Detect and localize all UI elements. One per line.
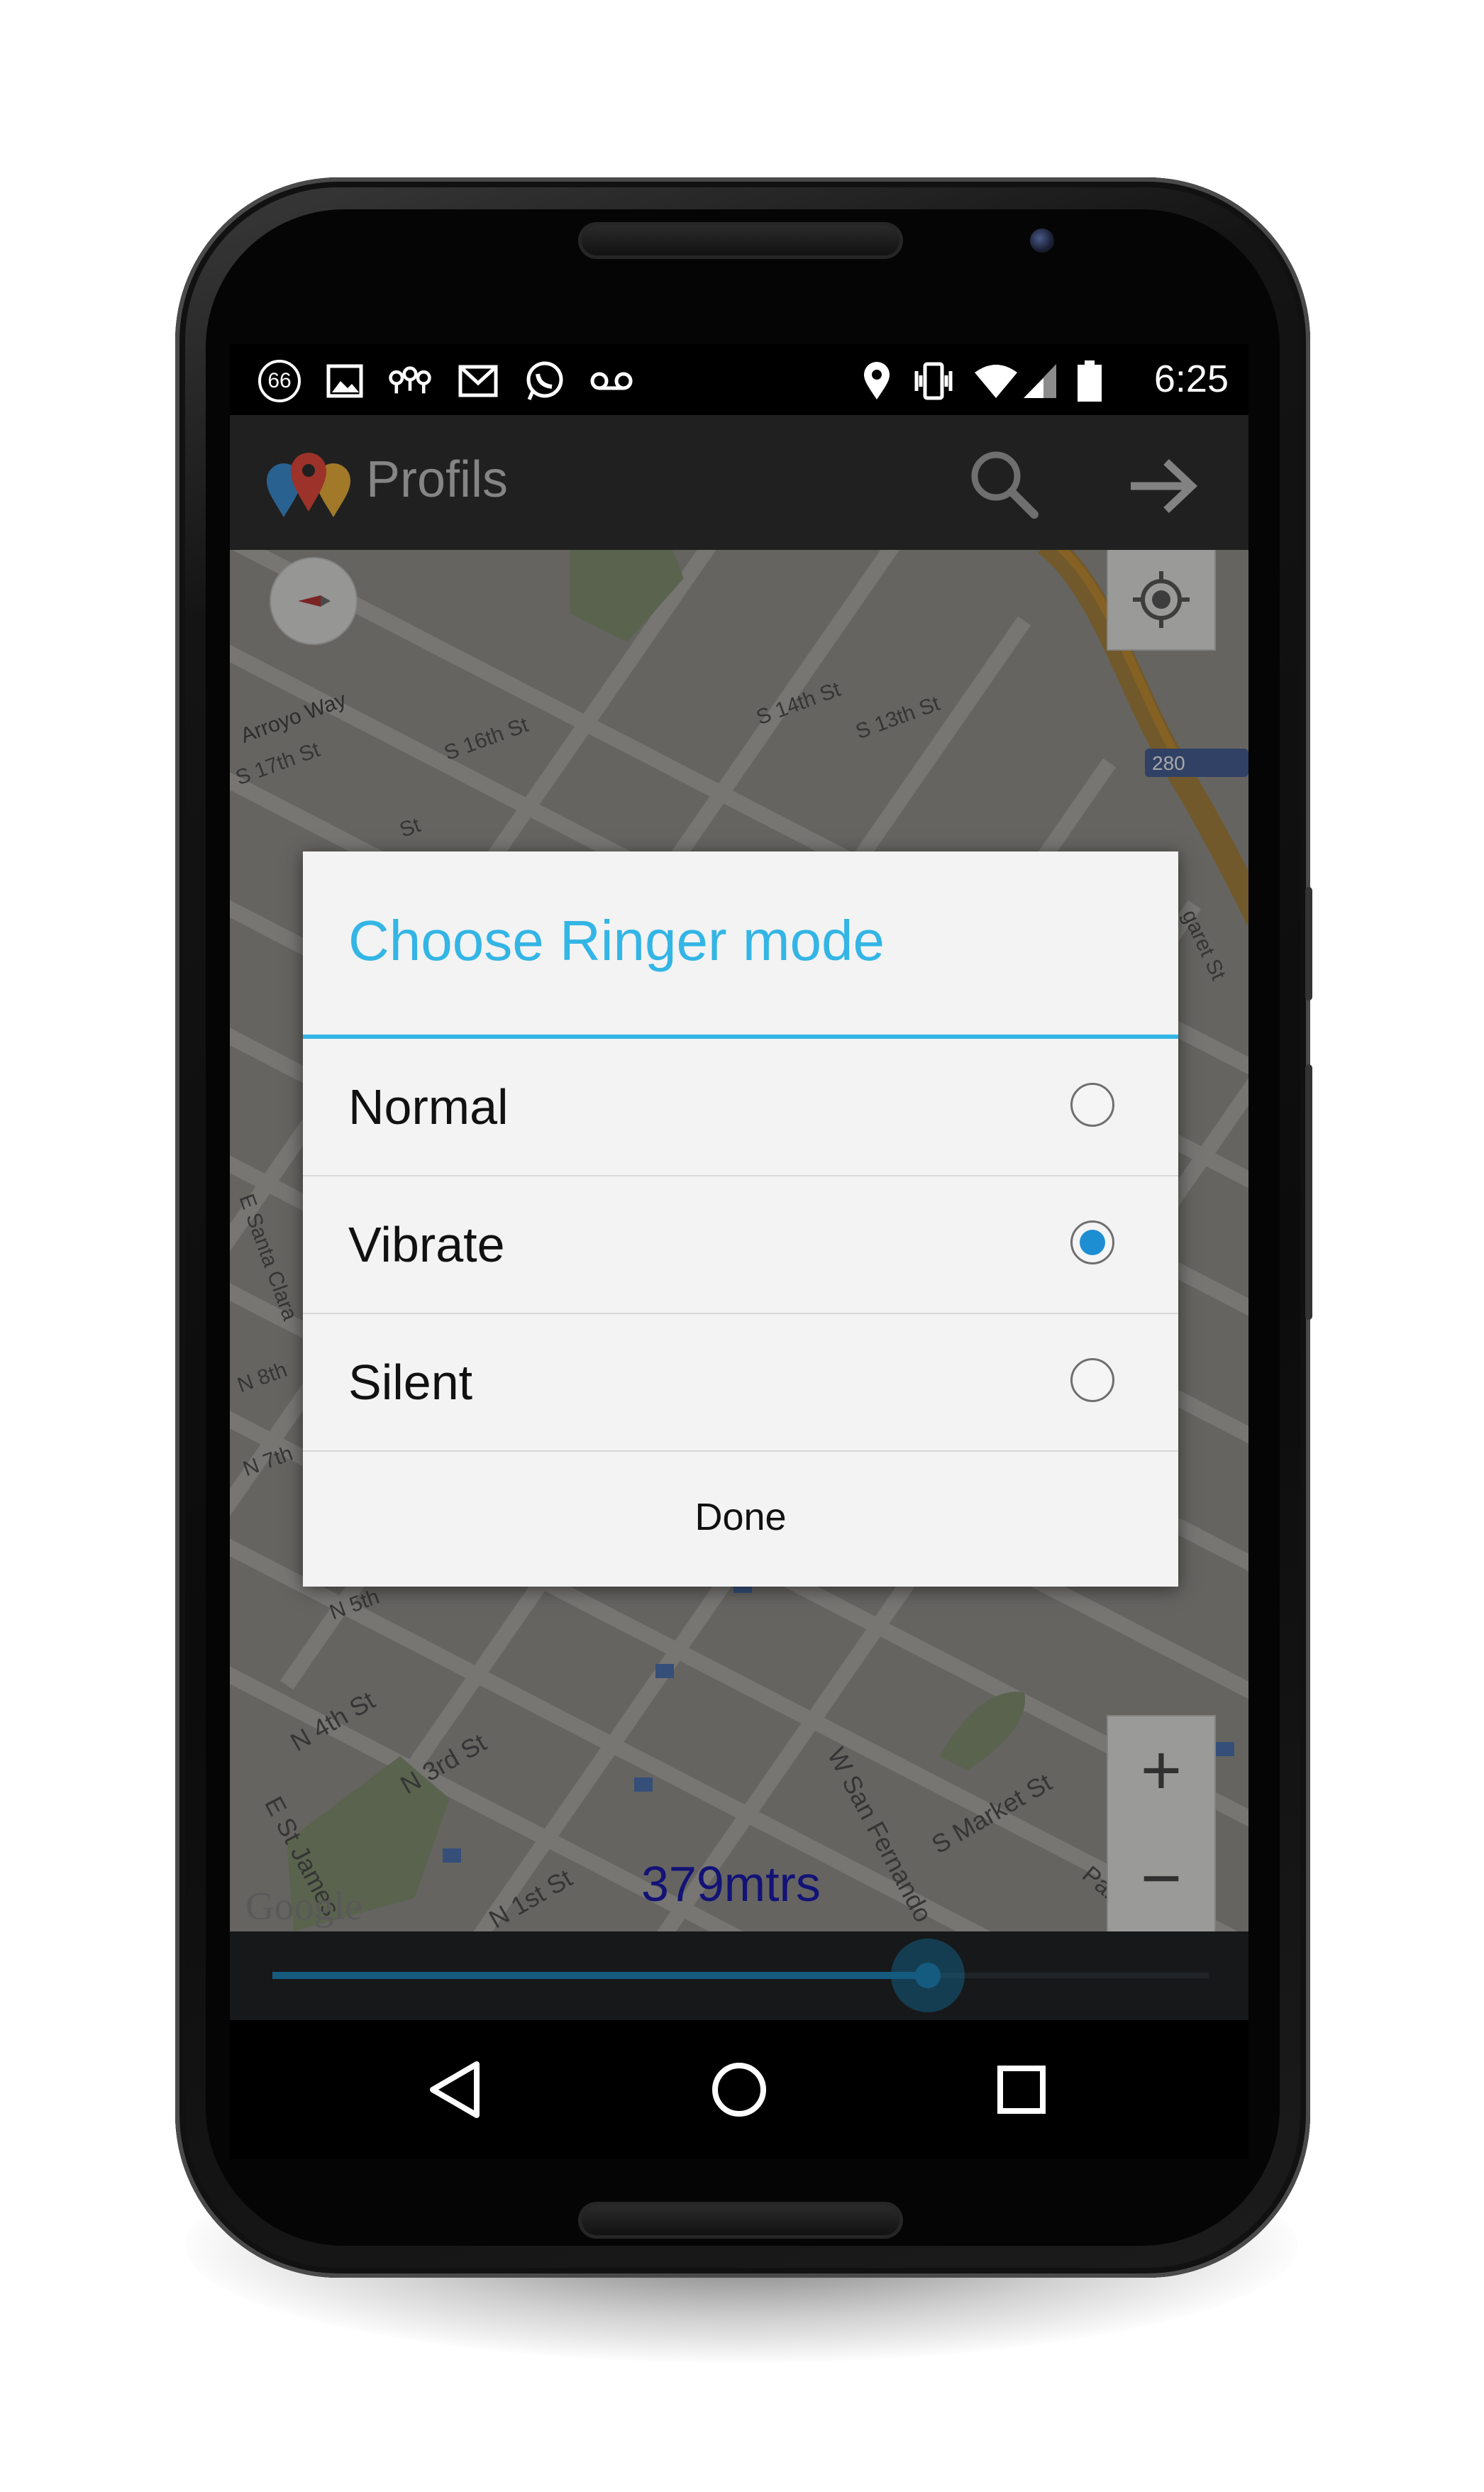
- option-label: Normal: [348, 1079, 509, 1135]
- power-button: [1305, 887, 1312, 1000]
- radio-silent[interactable]: [1070, 1358, 1114, 1402]
- notification-badge-icon: 66: [257, 358, 302, 404]
- vibrate-icon: [911, 358, 956, 404]
- ringer-mode-dialog: Choose Ringer mode Normal Vibrate Silent…: [303, 851, 1178, 1587]
- status-bar: 66 6:25: [230, 344, 1248, 415]
- cell-signal-icon: [1017, 358, 1063, 404]
- option-label: Vibrate: [348, 1217, 505, 1272]
- done-button[interactable]: Done: [303, 1448, 1178, 1587]
- back-triangle-icon: [430, 2061, 480, 2118]
- wifi-icon: [973, 358, 1019, 404]
- radio-vibrate[interactable]: [1070, 1220, 1114, 1264]
- whatsapp-icon: [522, 358, 567, 404]
- screen: 66 6:25 Profils 280 Arroyo Way S 17th St…: [230, 344, 1248, 2159]
- option-silent[interactable]: Silent: [303, 1314, 1178, 1452]
- option-vibrate[interactable]: Vibrate: [303, 1176, 1178, 1314]
- bottom-speaker: [582, 2205, 899, 2235]
- notification-badge: 66: [258, 360, 301, 402]
- volume-button: [1305, 1064, 1312, 1320]
- gmail-icon: [455, 358, 501, 404]
- back-button[interactable]: [421, 2054, 492, 2125]
- recents-square-icon: [997, 2066, 1046, 2114]
- top-speaker: [582, 226, 899, 255]
- map-pins-icon: [387, 358, 433, 404]
- recents-button[interactable]: [986, 2054, 1057, 2125]
- home-button[interactable]: [704, 2054, 775, 2125]
- voicemail-icon: [589, 358, 634, 404]
- navigation-bar: [230, 2020, 1248, 2159]
- home-circle-icon: [712, 2063, 766, 2117]
- battery-icon: [1067, 358, 1112, 404]
- gallery-icon: [322, 358, 367, 404]
- radio-normal[interactable]: [1070, 1083, 1114, 1127]
- front-camera: [1030, 228, 1054, 253]
- option-label: Silent: [348, 1355, 473, 1410]
- option-normal[interactable]: Normal: [303, 1039, 1178, 1176]
- status-time: 6:25: [1153, 358, 1229, 400]
- location-icon: [854, 358, 899, 404]
- dialog-title: Choose Ringer mode: [348, 909, 885, 972]
